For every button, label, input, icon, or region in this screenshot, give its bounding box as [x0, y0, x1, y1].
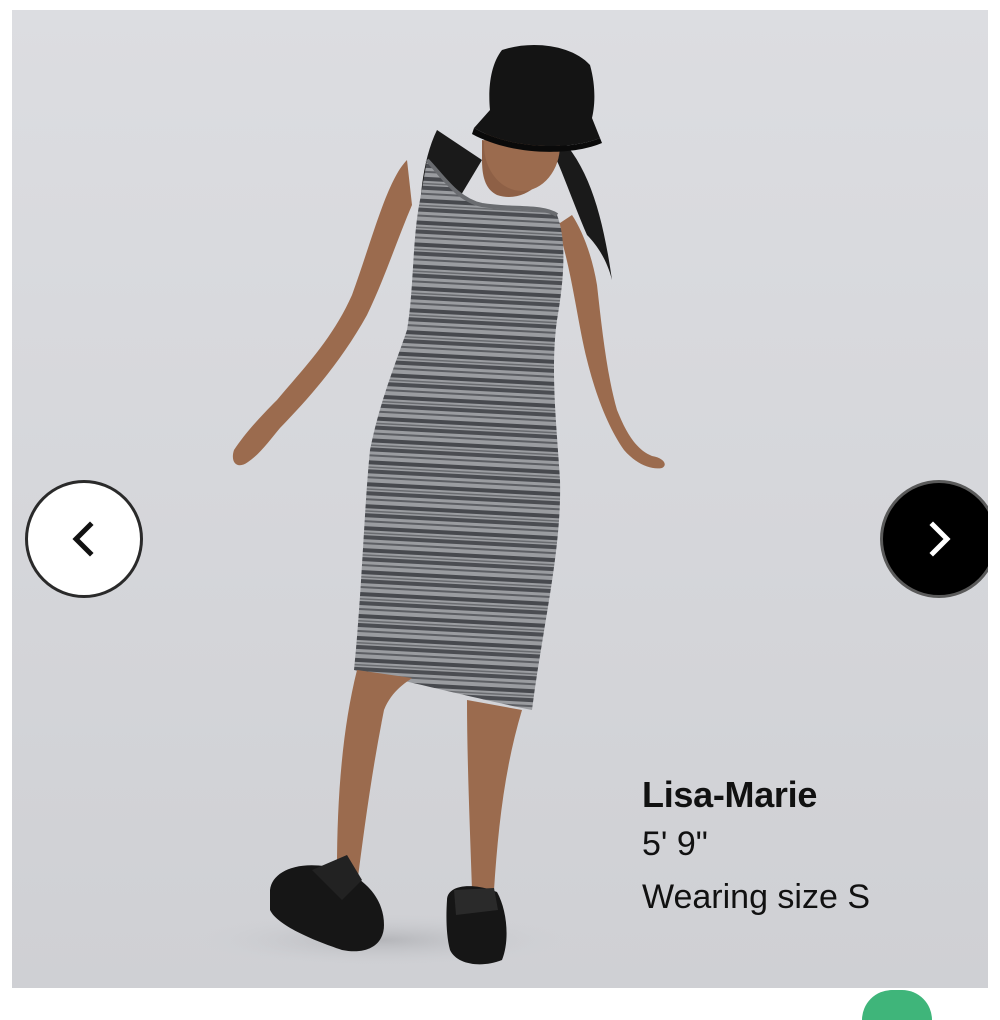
previous-image-button[interactable] [25, 480, 143, 598]
model-name: Lisa-Marie [642, 774, 818, 815]
product-image-gallery: Lisa-Marie 5' 9" Wearing size S [12, 10, 988, 988]
chat-widget-button[interactable] [862, 990, 932, 1020]
model-size: Wearing size S [642, 878, 871, 916]
chevron-right-icon [929, 521, 951, 557]
chevron-left-icon [72, 521, 94, 557]
model-height: 5' 9" [642, 825, 708, 863]
next-image-button[interactable] [880, 480, 988, 598]
model-info: Lisa-Marie 5' 9" Wearing size S [642, 772, 870, 924]
